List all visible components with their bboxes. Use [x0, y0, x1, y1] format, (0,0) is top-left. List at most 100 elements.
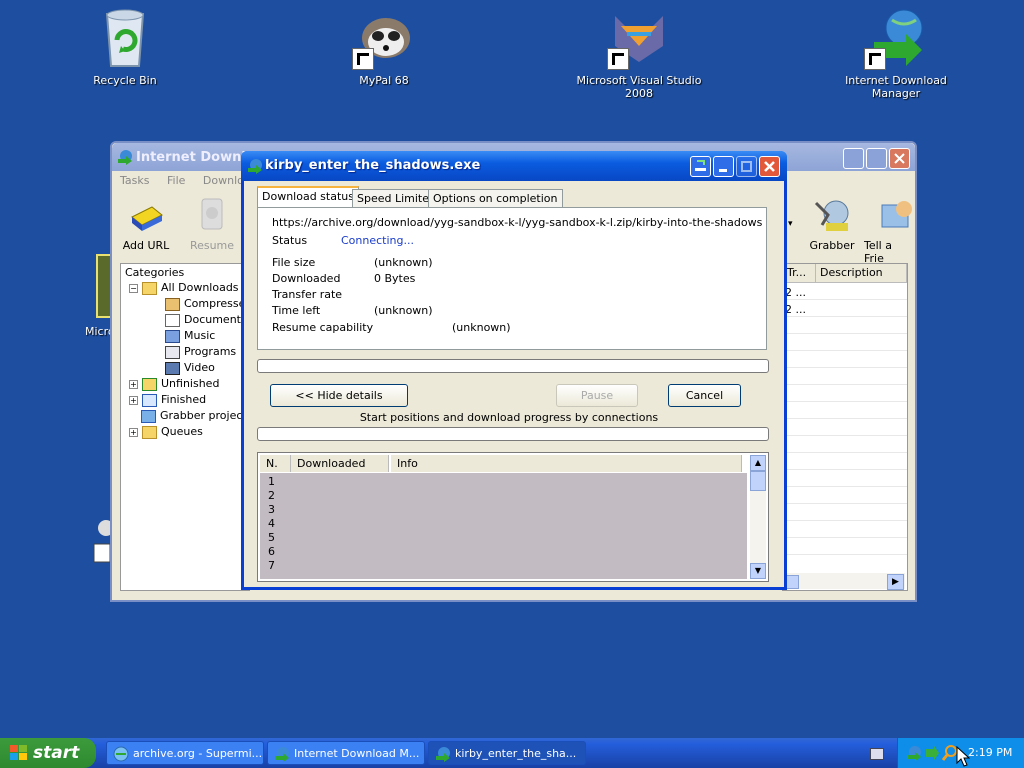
pause-button: Pause	[556, 384, 638, 407]
table-row-number: 5	[268, 531, 275, 544]
taskbar-item-label: Internet Download M...	[294, 747, 420, 760]
idm-tray-icon[interactable]	[906, 745, 922, 761]
categories-panel: Categories − All Downloads Compressed Doc…	[120, 263, 252, 591]
recycle-bin-icon	[93, 6, 157, 70]
vertical-scrollbar[interactable]: ▲ ▼	[750, 455, 766, 579]
start-label: start	[33, 743, 80, 763]
desktop-icon-label: Microsoft Visual Studio 2008	[576, 74, 702, 100]
resume-button[interactable]: Resume	[182, 195, 242, 252]
desktop-icon-idm[interactable]: Internet Download Manager	[821, 6, 971, 100]
scroll-down-arrow-icon[interactable]: ▼	[750, 563, 766, 579]
expand-icon[interactable]: +	[129, 379, 138, 389]
connections-progress-bar	[257, 427, 769, 441]
taskbar-item-download-dialog[interactable]: kirby_enter_the_sha...	[428, 741, 586, 765]
grid-line	[783, 367, 907, 368]
column-header-downloaded[interactable]: Downloaded	[291, 455, 389, 472]
tab-options-on-completion[interactable]: Options on completion	[428, 189, 563, 208]
finished-check-icon	[142, 393, 157, 407]
download-list: Tr... Description 2 ... 2 ... ▶	[782, 263, 908, 591]
column-header-description[interactable]: Description	[816, 264, 907, 283]
category-music[interactable]: Music	[165, 329, 215, 343]
table-row-number: 1	[268, 475, 275, 488]
category-compressed[interactable]: Compressed	[165, 297, 252, 311]
category-documents[interactable]: Documents	[165, 313, 247, 327]
category-all-downloads[interactable]: − All Downloads	[129, 281, 239, 295]
category-unfinished[interactable]: + Unfinished	[129, 377, 219, 391]
close-button[interactable]	[759, 156, 780, 177]
desktop-icon-label: Recycle Bin	[93, 74, 157, 87]
taskbar-item-browser[interactable]: archive.org - Supermi...	[106, 741, 264, 765]
shortcut-arrow-icon	[864, 48, 886, 70]
desktop-icon-label: Internet Download Manager	[845, 74, 947, 100]
mouse-cursor-icon	[956, 746, 970, 767]
desktop-icon-recycle-bin[interactable]: Recycle Bin	[50, 6, 200, 87]
scroll-right-arrow-icon[interactable]: ▶	[887, 574, 904, 590]
list-cell[interactable]: 2 ...	[785, 286, 806, 299]
resume-capability-value: (unknown)	[452, 321, 511, 334]
taskbar-item-idm[interactable]: Internet Download M...	[267, 741, 425, 765]
download-url: https://archive.org/download/yyg-sandbox…	[272, 216, 762, 229]
collapse-icon[interactable]: −	[129, 283, 138, 293]
grid-line	[783, 503, 907, 504]
desktop-icon-label: MyPal 68	[359, 74, 409, 87]
menu-file[interactable]: File	[167, 174, 185, 187]
grid-line	[783, 401, 907, 402]
transfer-rate-label: Transfer rate	[272, 288, 343, 301]
toolbar-dropdown-arrow-icon[interactable]: ▾	[788, 219, 793, 229]
tab-speed-limiter[interactable]: Speed Limiter	[352, 189, 439, 208]
maximize-button[interactable]	[866, 148, 887, 169]
connections-table: N. Downloaded Info 1 2 3 4 5 6 7 ▲ ▼	[257, 452, 769, 582]
downloaded-label: Downloaded	[272, 272, 341, 285]
hide-to-tray-button[interactable]	[690, 156, 711, 177]
grid-line	[783, 469, 907, 470]
taskbar-item-label: kirby_enter_the_sha...	[455, 747, 577, 760]
category-queues[interactable]: + Queues	[129, 425, 203, 439]
scrollbar-thumb[interactable]	[750, 471, 766, 491]
close-button[interactable]	[889, 148, 910, 169]
idm-globe-icon	[864, 6, 928, 70]
grid-line	[783, 554, 907, 555]
keyboard-icon[interactable]	[870, 748, 884, 760]
time-left-value: (unknown)	[374, 304, 433, 317]
expand-icon[interactable]: +	[129, 427, 138, 437]
visual-studio-icon	[607, 6, 671, 70]
minimize-button[interactable]	[713, 156, 734, 177]
partial-mypal-icon[interactable]	[92, 518, 114, 564]
categories-header: Categories	[125, 266, 185, 279]
column-header-transfer[interactable]: Tr...	[783, 264, 816, 283]
cancel-button[interactable]: Cancel	[668, 384, 741, 407]
desktop-icon-mypal[interactable]: MyPal 68	[309, 6, 459, 87]
grabber-button[interactable]: Grabber	[802, 195, 862, 252]
category-video[interactable]: Video	[165, 361, 215, 375]
category-grabber-project[interactable]: Grabber project	[141, 409, 247, 423]
list-cell[interactable]: 2 ...	[785, 303, 806, 316]
tell-a-friend-button[interactable]: Tell a Frie	[864, 195, 913, 265]
minimize-button[interactable]	[843, 148, 864, 169]
grid-line	[783, 418, 907, 419]
expand-icon[interactable]: +	[129, 395, 138, 405]
time-left-label: Time left	[272, 304, 321, 317]
music-icon	[165, 329, 180, 343]
grid-line	[783, 316, 907, 317]
grid-line	[783, 384, 907, 385]
grid-line	[783, 299, 907, 300]
column-header-info[interactable]: Info	[391, 455, 742, 472]
category-finished[interactable]: + Finished	[129, 393, 206, 407]
table-row-number: 2	[268, 489, 275, 502]
download-tray-icon[interactable]	[924, 745, 940, 761]
table-row-number: 3	[268, 503, 275, 516]
grid-line	[783, 520, 907, 521]
tell-a-friend-icon	[878, 195, 913, 235]
horizontal-scrollbar[interactable]: ▶	[783, 573, 905, 590]
column-header-n[interactable]: N.	[260, 455, 291, 472]
scroll-up-arrow-icon[interactable]: ▲	[750, 455, 766, 471]
menu-tasks[interactable]: Tasks	[120, 174, 149, 187]
grabber-label: Grabber	[809, 239, 855, 252]
add-url-label: Add URL	[122, 239, 170, 252]
desktop-icon-visual-studio[interactable]: Microsoft Visual Studio 2008	[564, 6, 714, 100]
hide-details-button[interactable]: << Hide details	[270, 384, 408, 407]
add-url-icon	[126, 195, 166, 235]
start-button[interactable]: start	[0, 738, 96, 768]
category-programs[interactable]: Programs	[165, 345, 236, 359]
add-url-button[interactable]: Add URL	[116, 195, 176, 252]
